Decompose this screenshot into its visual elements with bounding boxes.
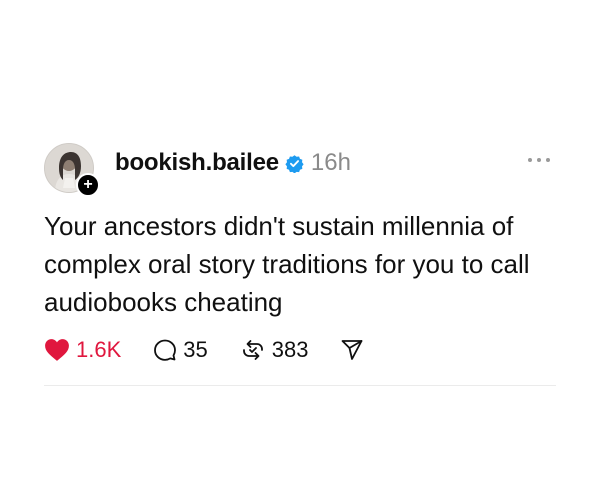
post-header: + bookish.bailee 16h [44, 143, 556, 197]
like-count: 1.6K [76, 337, 122, 362]
post-meta: bookish.bailee 16h [115, 149, 351, 177]
post-actions: 1.6K 35 383 [44, 335, 556, 365]
thread-post: + bookish.bailee 16h Your ancestors didn… [44, 143, 556, 386]
post-divider [44, 385, 556, 386]
reply-count: 35 [183, 337, 208, 362]
repost-count: 383 [271, 337, 309, 362]
reply-button[interactable]: 35 [153, 337, 208, 363]
comment-icon [154, 339, 177, 361]
post-timestamp: 16h [310, 149, 351, 176]
more-options-icon[interactable] [528, 157, 550, 163]
heart-icon [45, 339, 69, 361]
more-dot [528, 158, 532, 162]
repost-button[interactable]: 383 [240, 337, 309, 363]
like-button[interactable]: 1.6K [44, 337, 121, 363]
follow-plus-icon[interactable]: + [76, 173, 100, 197]
share-button[interactable] [340, 338, 370, 362]
username-link[interactable]: bookish.bailee [115, 149, 279, 177]
verified-badge-icon [285, 154, 304, 173]
more-dot [537, 158, 541, 162]
more-dot [546, 158, 550, 162]
send-icon [342, 340, 363, 360]
post-text: Your ancestors didn't sustain millennia … [44, 211, 530, 317]
avatar[interactable]: + [44, 143, 100, 197]
repost-icon [242, 340, 263, 360]
